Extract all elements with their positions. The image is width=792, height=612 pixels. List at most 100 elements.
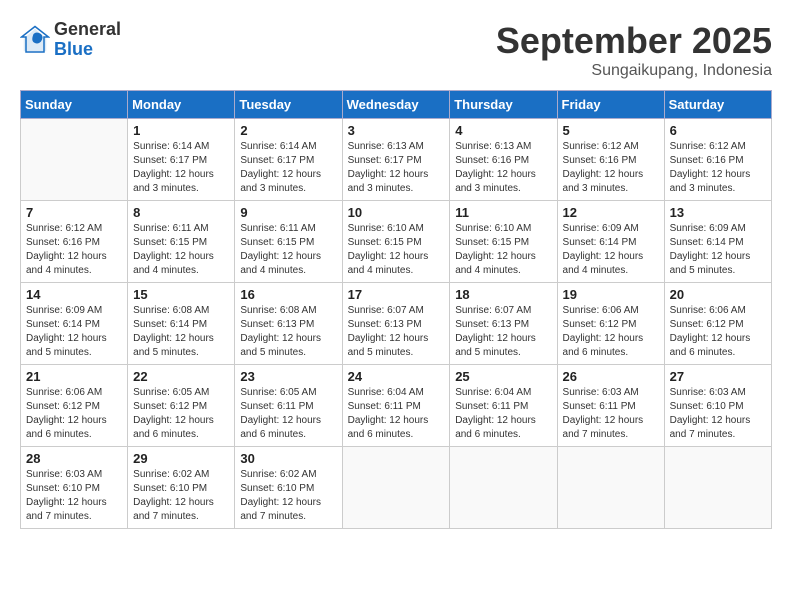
logo-text: General Blue xyxy=(54,20,121,60)
calendar-cell: 12 Sunrise: 6:09 AMSunset: 6:14 PMDayligh… xyxy=(557,201,664,283)
day-info: Sunrise: 6:12 AMSunset: 6:16 PMDaylight:… xyxy=(670,140,766,196)
day-number: 20 xyxy=(670,287,766,302)
calendar-cell: 23Sunrise: 6:05 AMSunset: 6:11 PMDayligh… xyxy=(235,365,342,447)
day-info: Sunrise: 6:08 AMSunset: 6:13 PMDaylight:… xyxy=(240,304,336,360)
calendar-cell xyxy=(557,447,664,529)
calendar-week-row: 1 Sunrise: 6:14 AMSunset: 6:17 PMDaylight… xyxy=(21,119,772,201)
calendar-table: SundayMondayTuesdayWednesdayThursdayFrid… xyxy=(20,90,772,529)
day-info: Sunrise: 6:04 AMSunset: 6:11 PMDaylight:… xyxy=(455,386,551,442)
logo-general: General xyxy=(54,19,121,39)
day-number: 2 xyxy=(240,123,336,138)
day-number: 27 xyxy=(670,369,766,384)
calendar-cell: 15 Sunrise: 6:08 AMSunset: 6:14 PMDayligh… xyxy=(128,283,235,365)
day-info: Sunrise: 6:11 AMSunset: 6:15 PMDaylight:… xyxy=(133,222,229,278)
day-number: 9 xyxy=(240,205,336,220)
calendar-cell: 2 Sunrise: 6:14 AMSunset: 6:17 PMDaylight… xyxy=(235,119,342,201)
day-info: Sunrise: 6:04 AMSunset: 6:11 PMDaylight:… xyxy=(348,386,445,442)
day-number: 24 xyxy=(348,369,445,384)
day-info: Sunrise: 6:05 AMSunset: 6:11 PMDaylight:… xyxy=(240,386,336,442)
day-number: 10 xyxy=(348,205,445,220)
calendar-body: 1 Sunrise: 6:14 AMSunset: 6:17 PMDaylight… xyxy=(21,119,772,529)
day-number: 26 xyxy=(563,369,659,384)
calendar-cell: 17Sunrise: 6:07 AMSunset: 6:13 PMDayligh… xyxy=(342,283,450,365)
calendar-cell: 8 Sunrise: 6:11 AMSunset: 6:15 PMDaylight… xyxy=(128,201,235,283)
page-header: General Blue September 2025 Sungaikupang… xyxy=(20,20,772,80)
calendar-cell: 28Sunrise: 6:03 AMSunset: 6:10 PMDayligh… xyxy=(21,447,128,529)
day-number: 29 xyxy=(133,451,229,466)
calendar-cell: 7Sunrise: 6:12 AMSunset: 6:16 PMDaylight… xyxy=(21,201,128,283)
calendar-cell xyxy=(342,447,450,529)
day-info: Sunrise: 6:09 AMSunset: 6:14 PMDaylight:… xyxy=(670,222,766,278)
logo: General Blue xyxy=(20,20,121,60)
calendar-week-row: 28Sunrise: 6:03 AMSunset: 6:10 PMDayligh… xyxy=(21,447,772,529)
day-number: 30 xyxy=(240,451,336,466)
day-info: Sunrise: 6:06 AMSunset: 6:12 PMDaylight:… xyxy=(670,304,766,360)
day-number: 5 xyxy=(563,123,659,138)
calendar-cell: 27 Sunrise: 6:03 AMSunset: 6:10 PMDayligh… xyxy=(664,365,771,447)
month-title: September 2025 xyxy=(496,20,772,62)
day-number: 8 xyxy=(133,205,229,220)
day-info: Sunrise: 6:10 AMSunset: 6:15 PMDaylight:… xyxy=(455,222,551,278)
weekday-header: Wednesday xyxy=(342,91,450,119)
day-info: Sunrise: 6:10 AMSunset: 6:15 PMDaylight:… xyxy=(348,222,445,278)
day-info: Sunrise: 6:05 AMSunset: 6:12 PMDaylight:… xyxy=(133,386,229,442)
calendar-cell: 5 Sunrise: 6:12 AMSunset: 6:16 PMDaylight… xyxy=(557,119,664,201)
location: Sungaikupang, Indonesia xyxy=(496,62,772,80)
day-number: 19 xyxy=(563,287,659,302)
day-info: Sunrise: 6:12 AMSunset: 6:16 PMDaylight:… xyxy=(26,222,122,278)
day-number: 28 xyxy=(26,451,122,466)
calendar-cell xyxy=(664,447,771,529)
day-info: Sunrise: 6:12 AMSunset: 6:16 PMDaylight:… xyxy=(563,140,659,196)
day-number: 21 xyxy=(26,369,122,384)
day-number: 13 xyxy=(670,205,766,220)
calendar-cell: 18 Sunrise: 6:07 AMSunset: 6:13 PMDayligh… xyxy=(450,283,557,365)
day-number: 1 xyxy=(133,123,229,138)
calendar-cell: 24 Sunrise: 6:04 AMSunset: 6:11 PMDayligh… xyxy=(342,365,450,447)
calendar-cell xyxy=(21,119,128,201)
day-number: 11 xyxy=(455,205,551,220)
weekday-header: Tuesday xyxy=(235,91,342,119)
calendar-week-row: 7Sunrise: 6:12 AMSunset: 6:16 PMDaylight… xyxy=(21,201,772,283)
day-info: Sunrise: 6:09 AMSunset: 6:14 PMDaylight:… xyxy=(26,304,122,360)
day-info: Sunrise: 6:02 AMSunset: 6:10 PMDaylight:… xyxy=(133,468,229,524)
calendar-cell: 29 Sunrise: 6:02 AMSunset: 6:10 PMDayligh… xyxy=(128,447,235,529)
calendar-cell: 26 Sunrise: 6:03 AMSunset: 6:11 PMDayligh… xyxy=(557,365,664,447)
day-number: 22 xyxy=(133,369,229,384)
calendar-cell: 13 Sunrise: 6:09 AMSunset: 6:14 PMDayligh… xyxy=(664,201,771,283)
day-info: Sunrise: 6:09 AMSunset: 6:14 PMDaylight:… xyxy=(563,222,659,278)
calendar-cell: 11 Sunrise: 6:10 AMSunset: 6:15 PMDayligh… xyxy=(450,201,557,283)
calendar-cell: 19 Sunrise: 6:06 AMSunset: 6:12 PMDayligh… xyxy=(557,283,664,365)
day-number: 18 xyxy=(455,287,551,302)
weekday-header: Friday xyxy=(557,91,664,119)
calendar-cell xyxy=(450,447,557,529)
day-number: 12 xyxy=(563,205,659,220)
weekday-row: SundayMondayTuesdayWednesdayThursdayFrid… xyxy=(21,91,772,119)
title-block: September 2025 Sungaikupang, Indonesia xyxy=(496,20,772,80)
calendar-week-row: 14 Sunrise: 6:09 AMSunset: 6:14 PMDayligh… xyxy=(21,283,772,365)
day-number: 15 xyxy=(133,287,229,302)
weekday-header: Thursday xyxy=(450,91,557,119)
day-info: Sunrise: 6:07 AMSunset: 6:13 PMDaylight:… xyxy=(455,304,551,360)
day-info: Sunrise: 6:06 AMSunset: 6:12 PMDaylight:… xyxy=(563,304,659,360)
calendar-cell: 6Sunrise: 6:12 AMSunset: 6:16 PMDaylight… xyxy=(664,119,771,201)
calendar-cell: 14 Sunrise: 6:09 AMSunset: 6:14 PMDayligh… xyxy=(21,283,128,365)
day-info: Sunrise: 6:03 AMSunset: 6:11 PMDaylight:… xyxy=(563,386,659,442)
day-info: Sunrise: 6:11 AMSunset: 6:15 PMDaylight:… xyxy=(240,222,336,278)
calendar-cell: 22 Sunrise: 6:05 AMSunset: 6:12 PMDayligh… xyxy=(128,365,235,447)
day-number: 3 xyxy=(348,123,445,138)
logo-blue: Blue xyxy=(54,39,93,59)
calendar-cell: 3 Sunrise: 6:13 AMSunset: 6:17 PMDaylight… xyxy=(342,119,450,201)
calendar-cell: 25Sunrise: 6:04 AMSunset: 6:11 PMDayligh… xyxy=(450,365,557,447)
calendar-cell: 1Sunrise: 6:14 AMSunset: 6:17 PMDaylight… xyxy=(128,119,235,201)
weekday-header: Saturday xyxy=(664,91,771,119)
calendar-cell: 9 Sunrise: 6:11 AMSunset: 6:15 PMDaylight… xyxy=(235,201,342,283)
day-info: Sunrise: 6:03 AMSunset: 6:10 PMDaylight:… xyxy=(670,386,766,442)
day-info: Sunrise: 6:06 AMSunset: 6:12 PMDaylight:… xyxy=(26,386,122,442)
day-number: 14 xyxy=(26,287,122,302)
day-info: Sunrise: 6:14 AMSunset: 6:17 PMDaylight:… xyxy=(240,140,336,196)
calendar-cell: 4Sunrise: 6:13 AMSunset: 6:16 PMDaylight… xyxy=(450,119,557,201)
calendar-cell: 16Sunrise: 6:08 AMSunset: 6:13 PMDayligh… xyxy=(235,283,342,365)
day-info: Sunrise: 6:13 AMSunset: 6:17 PMDaylight:… xyxy=(348,140,445,196)
calendar-header: SundayMondayTuesdayWednesdayThursdayFrid… xyxy=(21,91,772,119)
day-info: Sunrise: 6:08 AMSunset: 6:14 PMDaylight:… xyxy=(133,304,229,360)
